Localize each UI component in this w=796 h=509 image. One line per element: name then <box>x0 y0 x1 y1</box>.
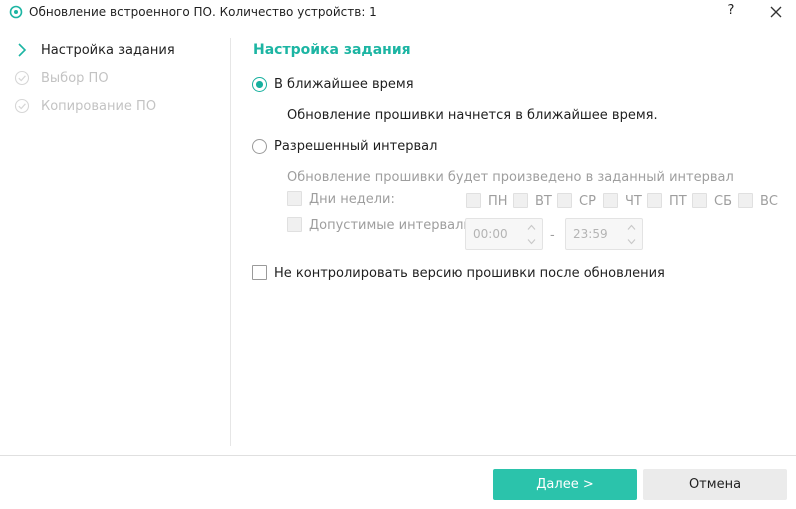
weekdays-label: Дни недели: <box>309 192 395 207</box>
help-button[interactable]: ? <box>722 3 740 21</box>
footer-divider <box>0 455 796 456</box>
window-title: Обновление встроенного ПО. Количество ус… <box>29 5 377 19</box>
weekday-label-tue: ВТ <box>535 194 552 209</box>
chevron-down-icon[interactable] <box>527 237 536 246</box>
weekday-checkbox-sun[interactable] <box>738 193 753 208</box>
chevron-up-icon[interactable] <box>527 223 536 232</box>
interval-radio[interactable] <box>252 139 267 154</box>
weekday-label-sat: СБ <box>714 194 732 209</box>
step-firmware-select[interactable]: Выбор ПО <box>14 69 109 87</box>
time-separator: - <box>550 228 555 243</box>
time-from-stepper[interactable]: 00:00 <box>465 218 543 250</box>
step-task-settings[interactable]: Настройка задания <box>14 41 175 59</box>
weekday-checkbox-sat[interactable] <box>692 193 707 208</box>
step-label: Настройка задания <box>41 42 175 58</box>
time-from-value: 00:00 <box>473 227 508 241</box>
check-circle-icon <box>14 98 30 114</box>
weekday-checkbox-mon[interactable] <box>466 193 481 208</box>
asap-description: Обновление прошивки начнется в ближайшее… <box>287 108 658 123</box>
asap-radio[interactable] <box>252 77 267 92</box>
weekday-label-sun: ВС <box>760 194 778 209</box>
weekday-label-wed: СР <box>579 194 596 209</box>
check-circle-icon <box>14 70 30 86</box>
time-to-value: 23:59 <box>573 227 608 241</box>
weekday-label-fri: ПТ <box>669 194 687 209</box>
step-firmware-copy[interactable]: Копирование ПО <box>14 97 156 115</box>
weekday-label-mon: ПН <box>488 194 508 209</box>
step-label: Выбор ПО <box>41 70 109 86</box>
chevron-up-icon[interactable] <box>627 223 636 232</box>
app-logo-icon <box>9 5 23 19</box>
asap-radio-label[interactable]: В ближайшее время <box>274 77 414 92</box>
close-icon[interactable] <box>767 3 785 21</box>
next-button[interactable]: Далее > <box>493 469 637 500</box>
intervals-label: Допустимые интервалы <box>309 218 474 233</box>
intervals-checkbox[interactable] <box>287 217 302 232</box>
weekdays-checkbox[interactable] <box>287 191 302 206</box>
time-to-stepper[interactable]: 23:59 <box>565 218 643 250</box>
weekday-label-thu: ЧТ <box>625 194 642 209</box>
no-version-check-label[interactable]: Не контролировать версию прошивки после … <box>274 266 665 281</box>
weekday-checkbox-thu[interactable] <box>603 193 618 208</box>
step-label: Копирование ПО <box>41 98 157 114</box>
section-title: Настройка задания <box>253 42 411 58</box>
no-version-check-checkbox[interactable] <box>252 265 267 280</box>
interval-description: Обновление прошивки будет произведено в … <box>287 170 734 185</box>
weekday-checkbox-tue[interactable] <box>513 193 528 208</box>
sidebar-divider <box>230 38 231 446</box>
chevron-right-icon <box>18 43 27 57</box>
weekday-checkbox-wed[interactable] <box>557 193 572 208</box>
title-bar: Обновление встроенного ПО. Количество ус… <box>0 0 796 26</box>
chevron-down-icon[interactable] <box>627 237 636 246</box>
cancel-button[interactable]: Отмена <box>643 469 787 500</box>
weekday-checkbox-fri[interactable] <box>647 193 662 208</box>
interval-radio-label[interactable]: Разрешенный интервал <box>274 139 437 154</box>
